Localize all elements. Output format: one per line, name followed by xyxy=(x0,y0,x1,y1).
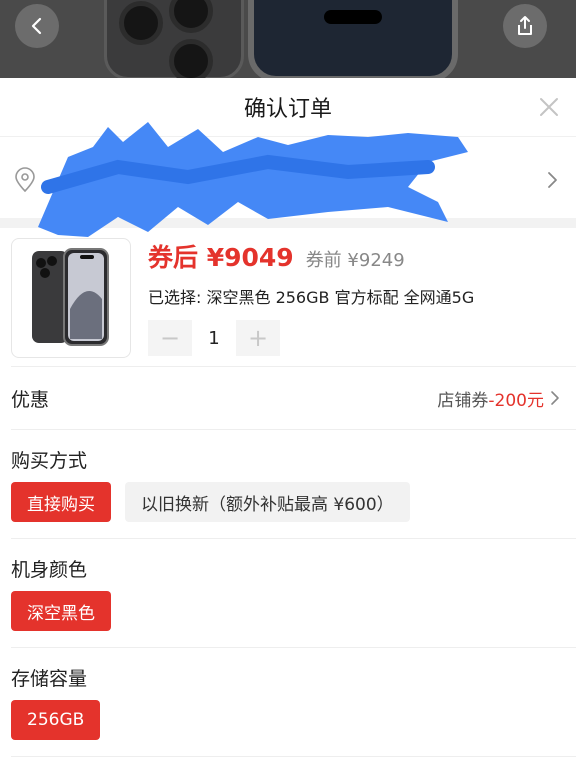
share-button[interactable] xyxy=(503,4,547,48)
phone-back-image xyxy=(104,0,244,78)
chevron-right-icon xyxy=(548,172,557,188)
chevron-right-icon xyxy=(551,391,559,405)
share-icon xyxy=(518,16,532,35)
product-photo-strip xyxy=(0,0,576,78)
option-direct-buy[interactable]: 直接购买 xyxy=(11,482,111,522)
color-title: 机身颜色 xyxy=(11,559,88,581)
promo-value: 店铺券 -200元 xyxy=(437,386,562,411)
address-row[interactable] xyxy=(0,122,576,237)
option-trade-in[interactable]: 以旧换新（额外补贴最高 ¥600） xyxy=(125,482,410,522)
selected-spec: 已选择: 深空黑色 256GB 官方标配 全网通5G xyxy=(148,288,475,307)
promo-row[interactable]: 优惠 店铺券 -200元 xyxy=(0,367,576,429)
storage-section: 存储容量 256GB xyxy=(0,648,576,756)
redaction-scribble xyxy=(38,122,468,237)
purchase-method-section: 购买方式 直接购买 以旧换新（额外补贴最高 ¥600） xyxy=(0,430,576,538)
coupon-amount: -200元 xyxy=(488,390,544,411)
order-sheet: 确认订单 券后 ¥9049 券前 ¥9249 已选择: 深空黑色 256GB 官 xyxy=(0,78,576,773)
store-coupon-label: 店铺券 xyxy=(437,390,489,411)
phone-front-image xyxy=(248,0,458,78)
option-storage-256gb[interactable]: 256GB xyxy=(11,700,101,740)
back-icon xyxy=(31,17,42,35)
quantity-value: 1 xyxy=(208,327,220,349)
increase-button[interactable]: + xyxy=(236,320,280,356)
price-after-coupon: 券后 ¥9049 xyxy=(148,243,294,272)
divider xyxy=(11,756,576,757)
back-button[interactable] xyxy=(15,4,59,48)
close-icon[interactable] xyxy=(538,96,560,118)
price-before-coupon: 券前 ¥9249 xyxy=(305,250,405,271)
decrease-button[interactable]: − xyxy=(148,320,192,356)
promo-label: 优惠 xyxy=(11,388,50,411)
quantity-stepper: − 1 + xyxy=(148,320,280,356)
price-line: 券后 ¥9049 券前 ¥9249 xyxy=(148,238,405,274)
product-summary: 券后 ¥9049 券前 ¥9249 已选择: 深空黑色 256GB 官方标配 全… xyxy=(0,228,576,366)
color-section: 机身颜色 深空黑色 xyxy=(0,539,576,647)
product-thumbnail xyxy=(11,238,131,358)
storage-title: 存储容量 xyxy=(11,668,88,690)
option-color-space-black[interactable]: 深空黑色 xyxy=(11,591,111,631)
purchase-method-title: 购买方式 xyxy=(11,450,88,472)
